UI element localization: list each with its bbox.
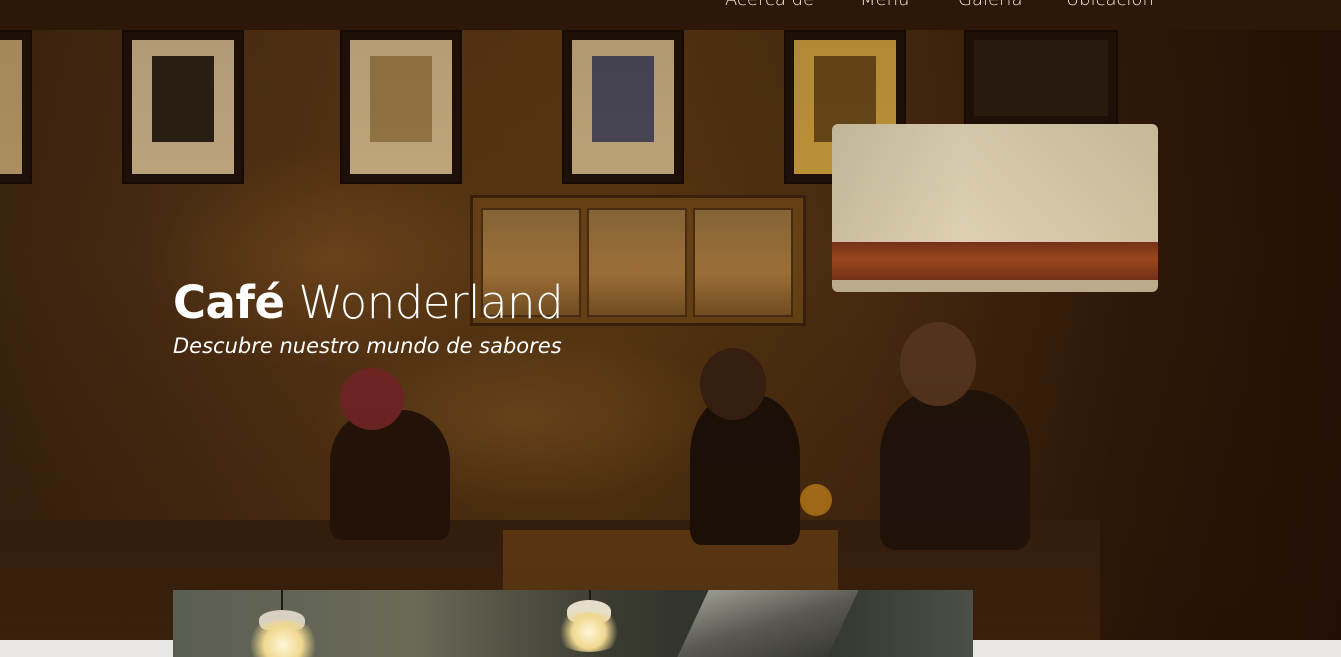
hero-title: Café Wonderland [173, 272, 773, 334]
nav-link-ubicacion[interactable]: Ubicación [1066, 0, 1154, 10]
nav-link-acerca-de[interactable]: Acerca de [725, 0, 814, 10]
hero-section: Café Wonderland Descubre nuestro mundo d… [0, 0, 1341, 640]
hero-subtitle: Descubre nuestro mundo de sabores [173, 334, 562, 358]
hero-title-light: Wonderland [298, 276, 564, 329]
hero-heading-block: Café Wonderland Descubre nuestro mundo d… [173, 272, 773, 360]
nav-link-galeria[interactable]: Galería [958, 0, 1023, 10]
top-navbar: Acerca de Menú Galería Ubicación [0, 0, 1341, 30]
hero-title-bold: Café [173, 276, 285, 329]
nav-link-menu[interactable]: Menú [860, 0, 909, 10]
gallery-image [173, 590, 973, 657]
ceiling-duct [677, 590, 859, 657]
